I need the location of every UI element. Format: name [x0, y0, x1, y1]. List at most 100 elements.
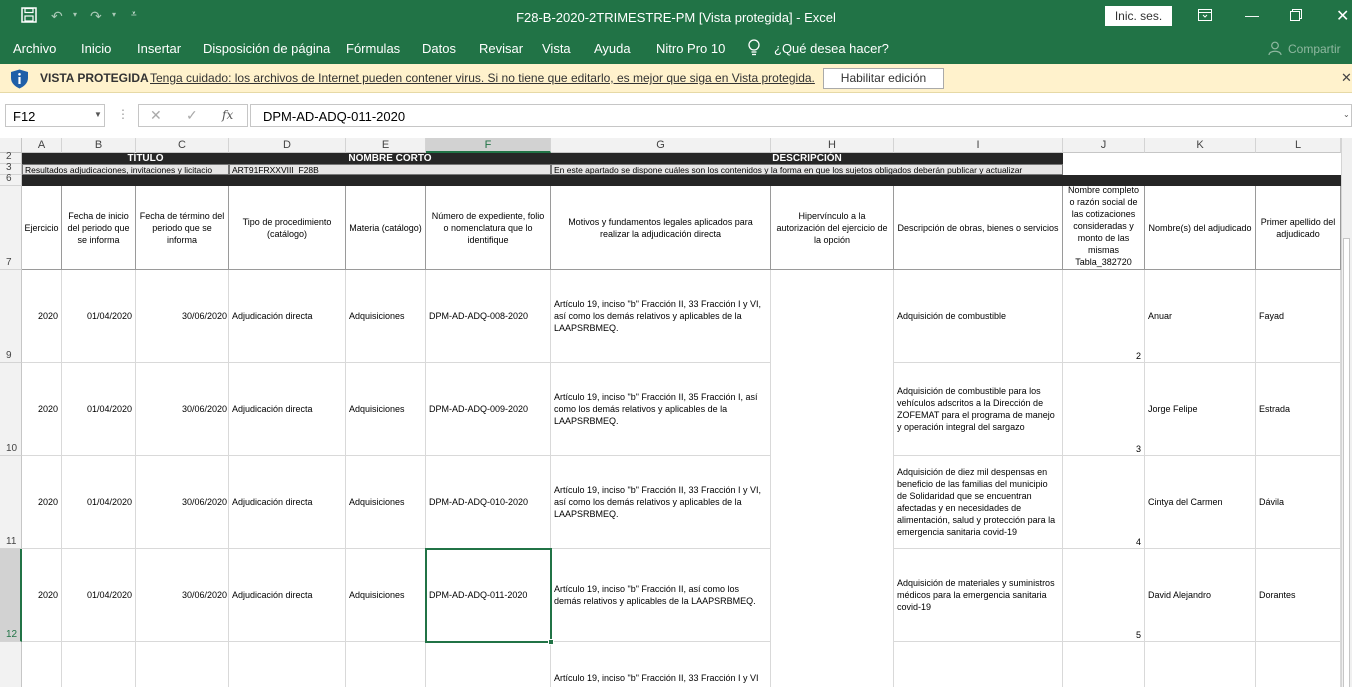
cell-descripcion[interactable]: Adquisición de combustible para los vehí… — [894, 363, 1063, 456]
protected-view-message[interactable]: Tenga cuidado: los archivos de Internet … — [150, 71, 815, 85]
col-header-h[interactable]: H — [771, 138, 894, 153]
cell-expediente[interactable]: DPM-AD-ADQ-009-2020 — [426, 363, 551, 456]
col-header-g[interactable]: G — [551, 138, 771, 153]
col-header-k[interactable]: K — [1145, 138, 1256, 153]
restore-icon[interactable] — [1290, 9, 1302, 24]
cell-expediente[interactable]: DPM-AD-ADQ-010-2020 — [426, 456, 551, 549]
cell-tabla[interactable]: 5 — [1063, 549, 1145, 642]
cell-materia[interactable]: Adquisiciones — [346, 456, 426, 549]
col-header-c[interactable]: C — [136, 138, 229, 153]
cell-empty[interactable] — [62, 642, 136, 687]
cell-ejercicio[interactable]: 2020 — [22, 456, 62, 549]
cell-tipo[interactable]: Adjudicación directa — [229, 456, 346, 549]
cell-apellido[interactable]: Dorantes — [1256, 549, 1341, 642]
header-ejercicio[interactable]: Ejercicio — [22, 186, 62, 270]
minimize-icon[interactable]: — — [1245, 7, 1259, 23]
cell-fecha-inicio[interactable]: 01/04/2020 — [62, 270, 136, 363]
close-icon[interactable]: ✕ — [1336, 6, 1349, 26]
cell-empty[interactable] — [1256, 642, 1341, 687]
header-materia[interactable]: Materia (catálogo) — [346, 186, 426, 270]
col-header-d[interactable]: D — [229, 138, 346, 153]
cell-materia[interactable]: Adquisiciones — [346, 363, 426, 456]
cell-hipervinculo[interactable] — [771, 270, 894, 363]
cell-fecha-inicio[interactable]: 01/04/2020 — [62, 549, 136, 642]
cell-motivos[interactable]: Artículo 19, inciso "b" Fracción II, así… — [551, 549, 771, 642]
cell-descripcion[interactable]: Adquisición de materiales y suministros … — [894, 549, 1063, 642]
tab-disposicion[interactable]: Disposición de página — [203, 41, 330, 56]
cell-empty[interactable] — [1145, 642, 1256, 687]
cell-expediente[interactable]: DPM-AD-ADQ-008-2020 — [426, 270, 551, 363]
header-tipo-procedimiento[interactable]: Tipo de procedimiento (catálogo) — [229, 186, 346, 270]
cell-apellido[interactable]: Dávila — [1256, 456, 1341, 549]
cell-descripcion[interactable]: Adquisición de diez mil despensas en ben… — [894, 456, 1063, 549]
cell-hipervinculo[interactable] — [771, 549, 894, 642]
cell-descripcion[interactable]: Adquisición de combustible — [894, 270, 1063, 363]
cell-tipo[interactable]: Adjudicación directa — [229, 549, 346, 642]
enable-editing-button[interactable]: Habilitar edición — [823, 68, 944, 89]
tab-formulas[interactable]: Fórmulas — [346, 41, 400, 56]
cell-nombre[interactable]: David Alejandro — [1145, 549, 1256, 642]
cell-tabla[interactable]: 4 — [1063, 456, 1145, 549]
title-value[interactable]: Resultados adjudicaciones, invitaciones … — [22, 164, 229, 175]
person-icon[interactable] — [1268, 41, 1282, 58]
tab-nitro[interactable]: Nitro Pro 10 — [656, 41, 725, 56]
worksheet-grid[interactable]: A B C D E F G H I J K L 2 3 6 7 9 10 11 … — [0, 138, 1352, 687]
tab-archivo[interactable]: Archivo — [13, 41, 56, 56]
header-hipervinculo[interactable]: Hipervínculo a la autorización del ejerc… — [771, 186, 894, 270]
cell-motivos-partial[interactable]: Artículo 19, inciso "b" Fracción II, 33 … — [551, 642, 771, 687]
header-fecha-termino[interactable]: Fecha de término del periodo que se info… — [136, 186, 229, 270]
cell-ejercicio[interactable]: 2020 — [22, 363, 62, 456]
enter-icon[interactable]: ✓ — [186, 107, 198, 124]
formula-input[interactable]: DPM-AD-ADQ-011-2020 ⌄ — [250, 104, 1352, 127]
cell-fecha-termino[interactable]: 30/06/2020 — [136, 549, 229, 642]
cell-empty[interactable] — [22, 642, 62, 687]
cell-nombre[interactable]: Jorge Felipe — [1145, 363, 1256, 456]
cell-empty[interactable] — [426, 642, 551, 687]
cell-motivos[interactable]: Artículo 19, inciso "b" Fracción II, 33 … — [551, 270, 771, 363]
row-header-11[interactable]: 11 — [0, 456, 22, 549]
cell-apellido[interactable]: Estrada — [1256, 363, 1341, 456]
tab-inicio[interactable]: Inicio — [81, 41, 111, 56]
close-bar-icon[interactable]: ✕ — [1341, 70, 1352, 86]
row-header-13[interactable] — [0, 642, 22, 687]
cell-nombre[interactable]: Anuar — [1145, 270, 1256, 363]
cell-tipo[interactable]: Adjudicación directa — [229, 363, 346, 456]
description-value[interactable]: En este apartado se dispone cuáles son l… — [551, 164, 1063, 175]
row-header-12[interactable]: 12 — [0, 549, 22, 642]
ribbon-display-icon[interactable] — [1198, 9, 1212, 24]
cell-nombre[interactable]: Cintya del Carmen — [1145, 456, 1256, 549]
cell-tabla[interactable]: 3 — [1063, 363, 1145, 456]
cell-empty[interactable] — [771, 642, 894, 687]
name-box-dropdown-icon[interactable]: ▼ — [94, 110, 102, 119]
cell-materia[interactable]: Adquisiciones — [346, 270, 426, 363]
tab-insertar[interactable]: Insertar — [137, 41, 181, 56]
cell-motivos[interactable]: Artículo 19, inciso "b" Fracción II, 35 … — [551, 363, 771, 456]
cell-materia[interactable]: Adquisiciones — [346, 549, 426, 642]
cell-ejercicio[interactable]: 2020 — [22, 270, 62, 363]
col-header-l[interactable]: L — [1256, 138, 1341, 153]
cell-fecha-termino[interactable]: 30/06/2020 — [136, 270, 229, 363]
header-primer-apellido[interactable]: Primer apellido del adjudicado — [1256, 186, 1341, 270]
header-fecha-inicio[interactable]: Fecha de inicio del periodo que se infor… — [62, 186, 136, 270]
col-header-e[interactable]: E — [346, 138, 426, 153]
tab-ayuda[interactable]: Ayuda — [594, 41, 631, 56]
share-button[interactable]: Compartir — [1288, 42, 1341, 56]
cell-fecha-termino[interactable]: 30/06/2020 — [136, 363, 229, 456]
cell-empty[interactable] — [346, 642, 426, 687]
cell-expediente-selected[interactable]: DPM-AD-ADQ-011-2020 — [426, 549, 551, 642]
col-header-a[interactable]: A — [22, 138, 62, 153]
cell-hipervinculo[interactable] — [771, 363, 894, 456]
cell-apellido[interactable]: Fayad — [1256, 270, 1341, 363]
header-motivos[interactable]: Motivos y fundamentos legales aplicados … — [551, 186, 771, 270]
expand-formula-icon[interactable]: ⌄ — [1343, 110, 1350, 119]
row-header-6[interactable]: 6 — [0, 173, 22, 186]
row-header-9[interactable]: 9 — [0, 270, 22, 363]
fill-handle[interactable] — [548, 639, 554, 645]
cell-empty[interactable] — [136, 642, 229, 687]
header-descripcion[interactable]: Descripción de obras, bienes o servicios — [894, 186, 1063, 270]
insert-function-icon[interactable]: fx — [222, 108, 233, 122]
sign-in-button[interactable]: Inic. ses. — [1105, 6, 1172, 26]
header-cotizaciones[interactable]: Nombre completo o razón social de las co… — [1063, 185, 1145, 270]
tab-revisar[interactable]: Revisar — [479, 41, 523, 56]
col-header-f[interactable]: F — [426, 138, 551, 153]
